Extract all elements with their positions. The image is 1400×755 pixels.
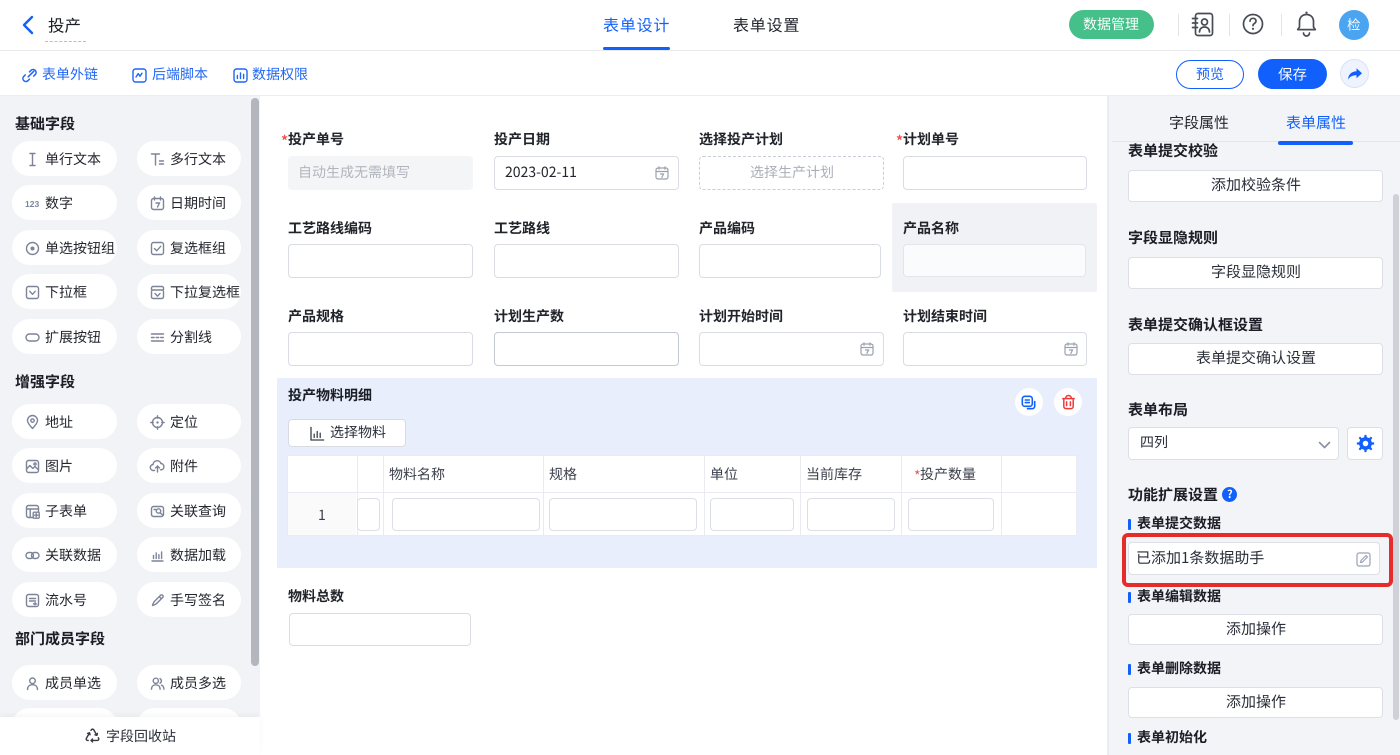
svg-text:123: 123 [25, 199, 39, 209]
